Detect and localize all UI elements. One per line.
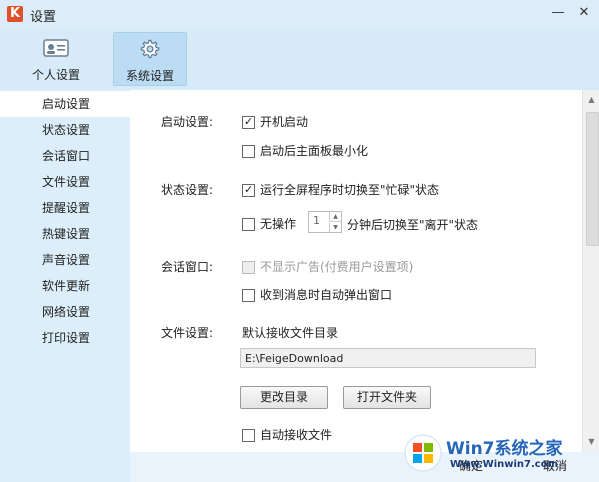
scroll-up-icon[interactable]: ▲ bbox=[583, 92, 599, 108]
sidebar-item-startup[interactable]: 启动设置 bbox=[0, 91, 130, 117]
stepper-up-icon[interactable]: ▲ bbox=[329, 212, 341, 222]
close-icon[interactable]: ✕ bbox=[574, 4, 594, 22]
sidebar-item-print[interactable]: 打印设置 bbox=[0, 325, 130, 351]
section-label-session: 会话窗口: bbox=[161, 260, 214, 274]
idle-suffix-label: 分钟后切换至"离开"状态 bbox=[347, 218, 479, 232]
checkbox-label: 运行全屏程序时切换至"忙碌"状态 bbox=[260, 183, 440, 197]
sidebar-item-sound[interactable]: 声音设置 bbox=[0, 247, 130, 273]
tab-system-settings[interactable]: 系统设置 bbox=[113, 32, 187, 86]
sidebar-item-session[interactable]: 会话窗口 bbox=[0, 143, 130, 169]
sidebar-item-reminder[interactable]: 提醒设置 bbox=[0, 195, 130, 221]
app-logo-icon bbox=[7, 6, 23, 22]
sidebar-item-hotkey[interactable]: 热键设置 bbox=[0, 221, 130, 247]
checkbox-label: 无操作 bbox=[260, 217, 297, 231]
settings-sidebar: 启动设置 状态设置 会话窗口 文件设置 提醒设置 热键设置 声音设置 软件更新 … bbox=[0, 90, 130, 482]
section-label-startup: 启动设置: bbox=[161, 115, 214, 129]
checkbox-box[interactable] bbox=[242, 429, 255, 442]
checkbox-box[interactable] bbox=[242, 182, 255, 198]
content-scrollbar[interactable]: ▲ ▼ bbox=[582, 90, 599, 452]
watermark-brand: Win7系统之家 bbox=[446, 439, 563, 459]
title-bar: 设置 — ✕ bbox=[0, 0, 599, 28]
minimize-icon[interactable]: — bbox=[548, 4, 568, 22]
change-dir-button[interactable]: 更改目录 bbox=[240, 386, 328, 409]
open-folder-button[interactable]: 打开文件夹 bbox=[343, 386, 431, 409]
sidebar-item-network[interactable]: 网络设置 bbox=[0, 299, 130, 325]
section-label-status: 状态设置: bbox=[161, 183, 214, 197]
checkbox-label: 开机启动 bbox=[260, 115, 309, 129]
checkbox-box bbox=[242, 261, 255, 274]
checkbox-label: 收到消息时自动弹出窗口 bbox=[260, 288, 393, 302]
section-label-file: 文件设置: bbox=[161, 326, 214, 340]
tab-label: 个人设置 bbox=[31, 68, 80, 82]
idle-minutes-stepper[interactable]: 1 ▲ ▼ bbox=[308, 211, 342, 233]
default-dir-label: 默认接收文件目录 bbox=[242, 326, 339, 340]
sidebar-item-status[interactable]: 状态设置 bbox=[0, 117, 130, 143]
checkbox-label: 启动后主面板最小化 bbox=[260, 144, 369, 158]
stepper-down-icon[interactable]: ▼ bbox=[329, 223, 341, 232]
checkbox-box[interactable] bbox=[242, 145, 255, 158]
checkbox-label: 不显示广告(付费用户设置项) bbox=[260, 260, 414, 274]
checkbox-box[interactable] bbox=[242, 289, 255, 302]
id-card-icon bbox=[43, 39, 69, 57]
scroll-thumb[interactable] bbox=[586, 112, 599, 246]
tab-label: 系统设置 bbox=[125, 69, 174, 83]
checkbox-box[interactable] bbox=[242, 218, 255, 231]
watermark-url: Www.Winwin7.com bbox=[450, 459, 559, 470]
window-title: 设置 bbox=[30, 10, 57, 25]
checkbox-label: 自动接收文件 bbox=[260, 428, 333, 442]
tab-personal-settings[interactable]: 个人设置 bbox=[20, 32, 92, 84]
watermark: Win7系统之家 Www.Winwin7.com bbox=[402, 430, 597, 480]
sidebar-item-update[interactable]: 软件更新 bbox=[0, 273, 130, 299]
windows-logo-icon bbox=[404, 434, 442, 472]
top-tab-bar: 个人设置 系统设置 bbox=[0, 28, 599, 91]
sidebar-item-file[interactable]: 文件设置 bbox=[0, 169, 130, 195]
settings-window: 设置 — ✕ 个人设置 系统设置 启动设置 bbox=[0, 0, 599, 482]
checkbox-box[interactable] bbox=[242, 114, 255, 130]
stepper-value[interactable]: 1 bbox=[313, 214, 320, 227]
download-dir-field[interactable]: E:\FeigeDownload bbox=[240, 348, 536, 368]
gear-icon bbox=[140, 39, 160, 59]
